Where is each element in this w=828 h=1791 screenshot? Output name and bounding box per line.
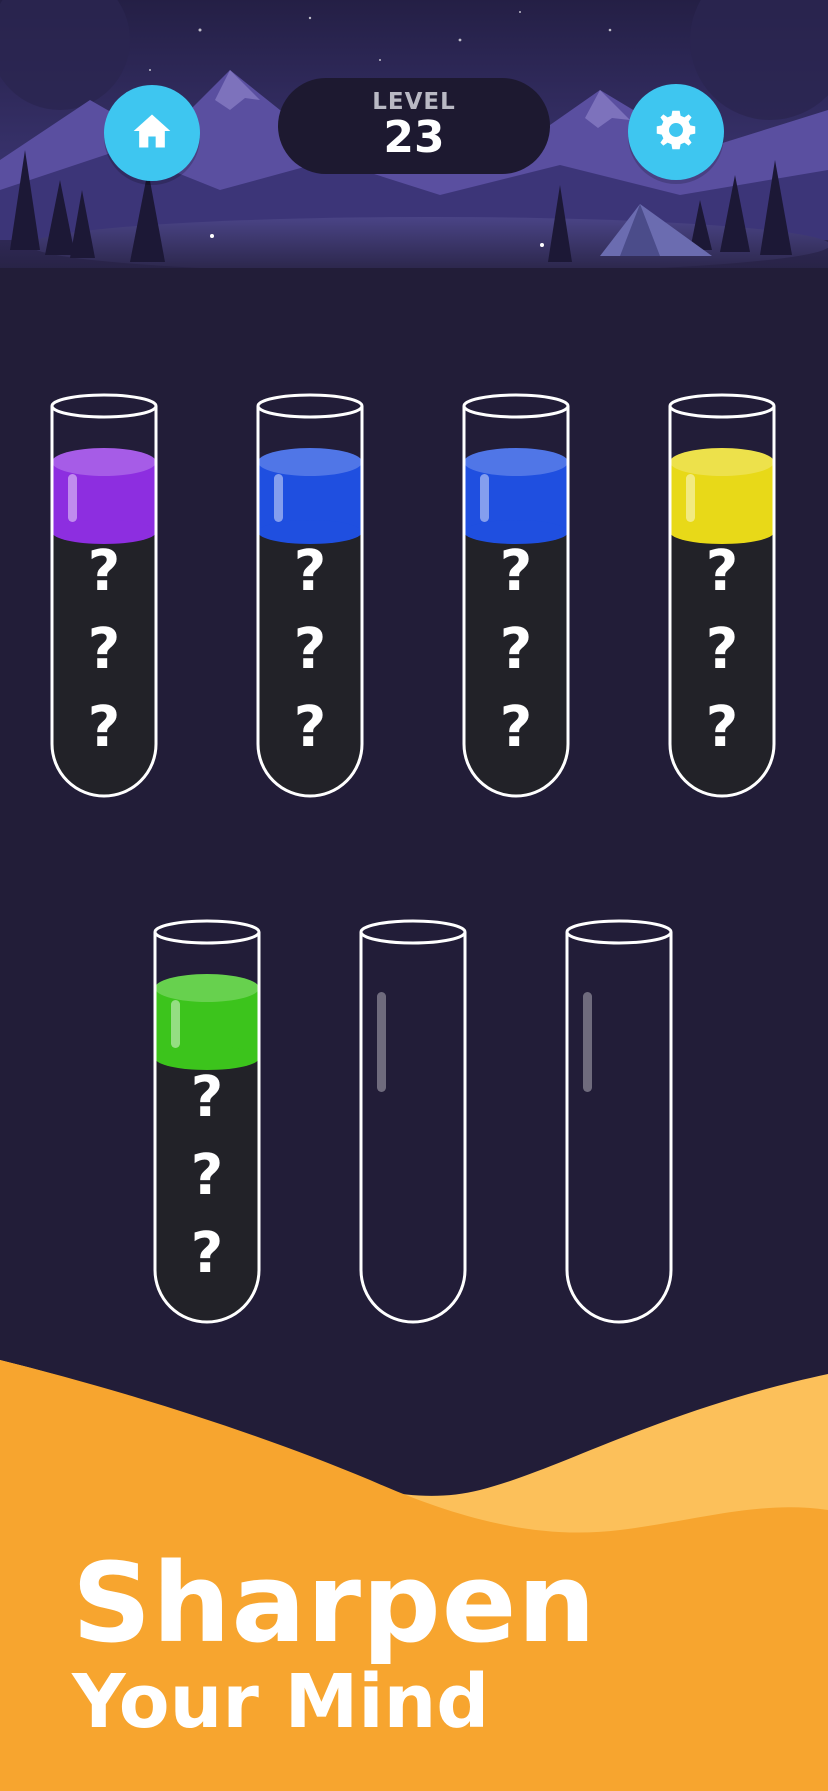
tube-glass — [565, 919, 673, 1324]
liquid-surface — [155, 974, 259, 1002]
tube-rim — [256, 393, 364, 419]
hidden-layer-question-mark: ? — [87, 695, 121, 760]
glass-highlight — [377, 992, 386, 1092]
hidden-layer-question-mark: ? — [87, 617, 121, 682]
tube-rim — [565, 919, 673, 945]
liquid-surface — [670, 448, 774, 476]
tube-rim — [50, 393, 158, 419]
tube-rim — [359, 919, 467, 945]
tagline-line-1: Sharpen — [72, 1539, 597, 1667]
home-icon — [130, 109, 174, 158]
test-tube-3[interactable]: ??? — [460, 392, 572, 802]
gear-icon — [654, 108, 698, 157]
hidden-layer-question-mark: ? — [705, 617, 739, 682]
glass-highlight — [171, 1000, 180, 1048]
tagline-line-2: Your Mind — [72, 1659, 490, 1745]
hidden-layer-question-mark: ? — [190, 1221, 224, 1286]
hidden-layer-question-mark: ? — [190, 1143, 224, 1208]
hidden-layer-question-mark: ? — [499, 695, 533, 760]
hidden-layer-question-mark: ? — [499, 617, 533, 682]
test-tube-1[interactable]: ??? — [48, 392, 160, 802]
hidden-layer-question-mark: ? — [293, 617, 327, 682]
liquid-surface — [464, 448, 568, 476]
tube-outline — [359, 932, 467, 1324]
hidden-layer-question-mark: ? — [499, 539, 533, 604]
test-tube-5[interactable]: ??? — [151, 918, 263, 1328]
hidden-layer-question-mark: ? — [87, 539, 121, 604]
level-indicator: LEVEL 23 — [278, 78, 550, 174]
test-tube-7[interactable] — [563, 918, 675, 1328]
test-tube-6[interactable] — [357, 918, 469, 1328]
glass-highlight — [686, 474, 695, 522]
hidden-layer-question-mark: ? — [705, 695, 739, 760]
tube-rim — [668, 393, 776, 419]
hidden-layer-question-mark: ? — [705, 539, 739, 604]
hidden-layer-question-mark: ? — [293, 539, 327, 604]
liquid-surface — [258, 448, 362, 476]
level-label: LEVEL — [372, 89, 456, 115]
tube-rim — [153, 919, 261, 945]
test-tube-2[interactable]: ??? — [254, 392, 366, 802]
hidden-layer-question-mark: ? — [293, 695, 327, 760]
liquid-surface — [52, 448, 156, 476]
game-screen: LEVEL 23 ??? ??? ??? ??? ??? Sharpen You… — [0, 0, 828, 1791]
glass-highlight — [274, 474, 283, 522]
test-tube-4[interactable]: ??? — [666, 392, 778, 802]
tube-outline — [565, 932, 673, 1324]
settings-button[interactable] — [628, 84, 724, 180]
home-button[interactable] — [104, 85, 200, 181]
glass-highlight — [583, 992, 592, 1092]
level-number: 23 — [383, 112, 445, 163]
hidden-layer-question-mark: ? — [190, 1065, 224, 1130]
glass-highlight — [68, 474, 77, 522]
tube-rim — [462, 393, 570, 419]
glass-highlight — [480, 474, 489, 522]
tube-glass — [359, 919, 467, 1324]
